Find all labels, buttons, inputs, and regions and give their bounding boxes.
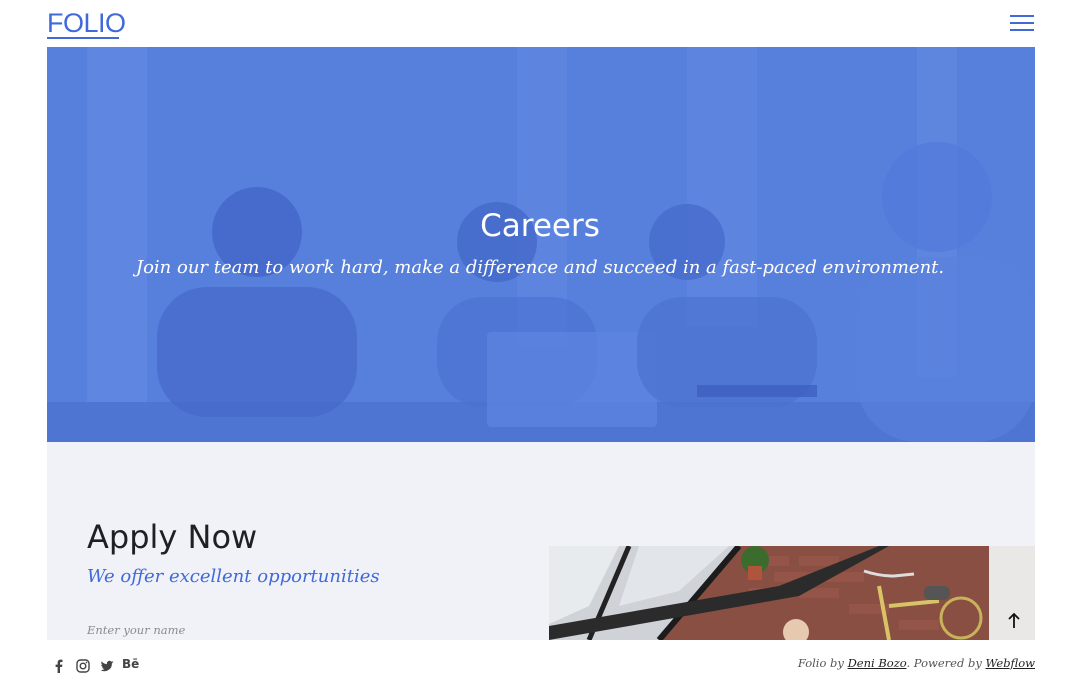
hero-subtitle: Join our team to work hard, make a diffe…: [135, 257, 945, 278]
logo[interactable]: FOLIO: [47, 9, 126, 37]
hero-background-image: [47, 47, 1035, 442]
facebook-icon[interactable]: [54, 658, 64, 673]
credit-prefix: Folio by: [797, 656, 848, 670]
webflow-link[interactable]: Webflow: [986, 656, 1036, 670]
twitter-icon[interactable]: [100, 658, 114, 672]
hamburger-menu-icon[interactable]: [1008, 13, 1036, 33]
office-photo: [549, 546, 1035, 640]
apply-subtitle: We offer excellent opportunities: [87, 566, 380, 587]
author-link[interactable]: Deni Bozo: [848, 656, 907, 670]
apply-title: Apply Now: [87, 518, 258, 556]
name-input[interactable]: [87, 620, 387, 640]
office-photo-image: [549, 546, 1035, 640]
hero-title: Careers: [480, 208, 600, 244]
footer-credits: Folio by Deni Bozo. Powered by Webflow: [798, 656, 1035, 670]
credit-middle: . Powered by: [906, 656, 986, 670]
behance-icon[interactable]: Bē: [122, 657, 139, 671]
logo-underline: [47, 37, 119, 39]
site-header: FOLIO: [0, 0, 1080, 47]
hero-banner: [47, 47, 1035, 442]
instagram-icon[interactable]: [76, 658, 90, 673]
scroll-to-top-icon[interactable]: [1004, 610, 1024, 632]
